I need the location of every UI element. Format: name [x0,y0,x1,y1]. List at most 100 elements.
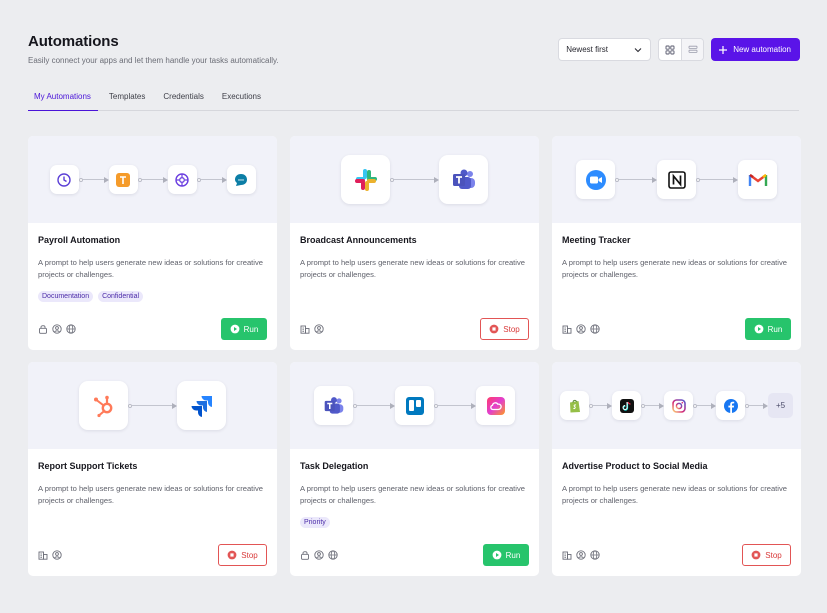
app-node [177,381,226,430]
creative-cloud-icon [486,396,505,415]
flow-arrow [641,402,664,409]
card-description: A prompt to help users generate new idea… [300,258,525,279]
play-icon [754,324,764,334]
lock-icon [38,324,48,334]
app-node [226,165,256,194]
settings-icon [175,172,189,187]
app-node [476,386,515,425]
sort-select[interactable]: Newest first [558,38,652,61]
globe-icon [590,324,600,334]
automation-card[interactable]: Broadcast Announcements A prompt to help… [290,136,539,350]
tag[interactable]: Confidential [98,291,144,302]
grid-view-button[interactable] [659,39,681,60]
card-description: A prompt to help users generate new idea… [562,484,787,505]
building-icon [38,550,48,560]
flow-arrow [434,402,476,409]
tab-credentials[interactable]: Credentials [157,86,210,111]
grid-icon [665,45,675,54]
tab-executions[interactable]: Executions [216,86,268,111]
card-title: Report Support Tickets [38,461,138,471]
card-meta [38,550,62,560]
jira-icon [191,395,212,417]
tag-list: Documentation Confidential [38,291,267,302]
flow-arrow [78,176,109,183]
run-label: Run [243,324,259,334]
stop-button[interactable]: Stop [480,318,529,340]
app-node [576,160,615,199]
card-meta [300,550,338,560]
stop-label: Stop [241,550,258,560]
app-node [395,386,434,425]
card-title: Task Delegation [300,461,369,471]
run-button[interactable]: Run [483,544,529,566]
user-icon [52,324,62,334]
flow-arrow [353,402,395,409]
automation-grid: Payroll Automation A prompt to help user… [28,136,801,576]
notion-icon [667,170,686,189]
flow-arrow [589,402,612,409]
app-node [657,160,696,199]
list-view-button[interactable] [681,39,704,60]
app-node [314,386,353,425]
zoom-icon [585,169,606,190]
stop-button[interactable]: Stop [742,544,791,566]
chevron-down-icon [634,47,642,52]
automation-card[interactable]: Report Support Tickets A prompt to help … [28,362,277,576]
page-subtitle: Easily connect your apps and let them ha… [28,56,279,65]
automation-card[interactable]: Meeting Tracker A prompt to help users g… [552,136,801,350]
new-automation-button[interactable]: New automation [711,38,800,61]
app-node [612,391,641,420]
run-button[interactable]: Run [221,318,267,340]
flow-arrow [196,176,227,183]
card-description: A prompt to help users generate new idea… [300,484,525,505]
app-flow [290,136,539,223]
card-title: Broadcast Announcements [300,235,417,245]
automation-card[interactable]: +5 Advertise Product to Social Media A p… [552,362,801,576]
building-icon [300,324,310,334]
tag[interactable]: Priority [300,517,330,528]
more-apps-badge[interactable]: +5 [768,393,793,418]
building-icon [562,550,572,560]
card-meta [38,324,76,334]
run-label: Run [505,550,521,560]
tab-templates[interactable]: Templates [103,86,152,111]
app-node [560,391,589,420]
app-node [664,391,693,420]
flow-arrow [745,402,768,409]
trello-icon [405,396,424,415]
chat-icon [235,173,247,186]
app-flow [290,362,539,449]
automation-card[interactable]: Payroll Automation A prompt to help user… [28,136,277,350]
user-icon [576,324,586,334]
card-meta [300,324,324,334]
tiktok-icon [619,398,634,413]
stop-icon [751,550,761,560]
tag[interactable]: Documentation [38,291,94,302]
teams-icon [452,169,475,189]
app-node [439,155,488,204]
plus-icon [719,45,728,54]
flow-arrow [693,402,716,409]
gmail-icon [748,173,767,186]
card-title: Payroll Automation [38,235,121,245]
shopify-icon [569,399,580,412]
card-title: Advertise Product to Social Media [562,461,708,471]
stop-button[interactable]: Stop [218,544,267,566]
stop-label: Stop [765,550,782,560]
flow-arrow [390,176,439,183]
run-label: Run [767,324,783,334]
user-icon [314,324,324,334]
teams-icon [324,396,343,414]
card-meta [562,324,600,334]
run-button[interactable]: Run [745,318,791,340]
automation-card[interactable]: Task Delegation A prompt to help users g… [290,362,539,576]
app-flow [28,362,277,449]
flow-arrow [137,176,168,183]
app-node [738,160,777,199]
stop-icon [489,324,499,334]
app-node [167,165,197,194]
tab-my-automations[interactable]: My Automations [28,86,98,111]
card-description: A prompt to help users generate new idea… [38,484,263,505]
app-node [79,381,128,430]
play-icon [492,550,502,560]
